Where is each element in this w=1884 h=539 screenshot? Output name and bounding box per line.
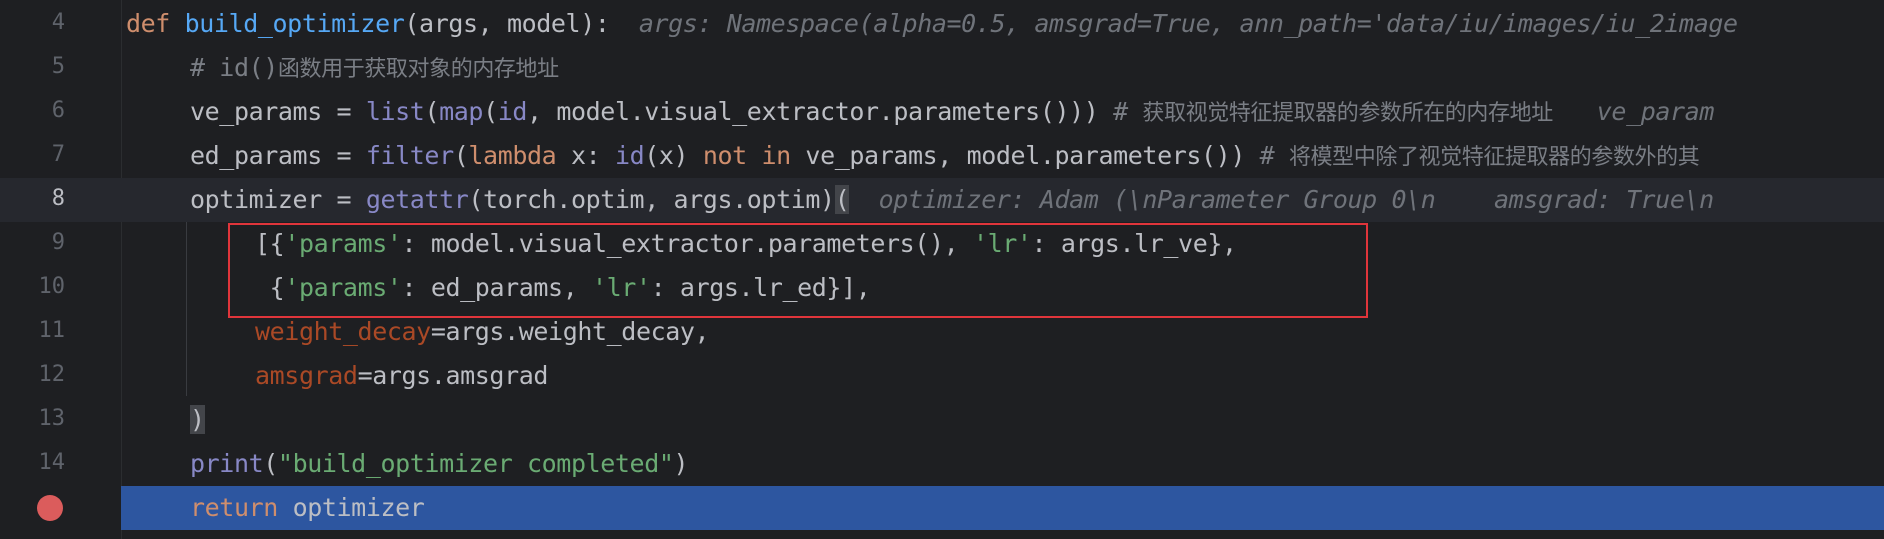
- builtin-map: map: [439, 97, 484, 126]
- code-text[interactable]: def build_optimizer(args, model): args: …: [126, 9, 1738, 39]
- line-number: 11: [38, 318, 66, 343]
- builtin-print: print: [190, 449, 264, 478]
- code-line[interactable]: 14 print("build_optimizer completed"): [0, 442, 1884, 486]
- code-text[interactable]: return optimizer: [190, 493, 425, 523]
- code-line-execution-point[interactable]: return optimizer: [0, 486, 1884, 530]
- builtin-list: list: [365, 97, 425, 126]
- inline-debug-value: args: Namespace(alpha=0.5, amsgrad=True,…: [609, 9, 1738, 38]
- inline-debug-value: ve_param: [1552, 97, 1715, 126]
- code-token: x:: [556, 141, 615, 170]
- code-token: ve_params =: [190, 97, 366, 126]
- code-text[interactable]: amsgrad=args.amsgrad: [255, 361, 548, 391]
- code-token: (: [453, 141, 469, 170]
- code-token: ): [673, 449, 689, 478]
- matched-paren: ): [190, 405, 205, 434]
- comment-chinese: 将模型中除了视觉特征提取器的参数外的其: [1288, 145, 1700, 170]
- comment-chinese: 获取视觉特征提取器的参数所在的内存地址: [1142, 101, 1553, 126]
- code-token: ed_params =: [190, 141, 366, 170]
- inline-debug-value: optimizer: Adam (\nParameter Group 0\n a…: [849, 185, 1715, 214]
- code-token: , model.visual_extractor.parameters())): [527, 97, 1114, 126]
- code-line[interactable]: 5 # id()函数用于获取对象的内存地址: [0, 46, 1884, 90]
- builtin-getattr: getattr: [365, 185, 469, 214]
- code-token: =args.amsgrad: [357, 361, 549, 390]
- code-line[interactable]: 13 ): [0, 398, 1884, 442]
- string-literal: "build_optimizer completed": [277, 449, 674, 478]
- highlight-annotation-box: [228, 223, 1368, 318]
- code-line-current[interactable]: 8 optimizer = getattr(torch.optim, args.…: [0, 178, 1884, 222]
- code-token: optimizer =: [190, 185, 366, 214]
- code-text[interactable]: weight_decay=args.weight_decay,: [255, 317, 710, 347]
- keyword-argument: amsgrad: [255, 361, 358, 390]
- code-token: ve_params, model.parameters()): [790, 141, 1260, 170]
- function-signature: (args, model):: [404, 9, 610, 38]
- code-token: (: [483, 97, 498, 126]
- line-number: 10: [38, 274, 66, 299]
- code-token: =args.weight_decay,: [430, 317, 710, 346]
- line-number: 4: [51, 10, 65, 35]
- comment: #: [1259, 141, 1289, 170]
- comment: # id(): [190, 53, 278, 82]
- builtin-filter: filter: [365, 141, 454, 170]
- keyword-argument: weight_decay: [255, 317, 431, 346]
- line-number: 8: [51, 186, 65, 211]
- code-token: optimizer: [277, 493, 425, 522]
- line-number: 5: [51, 54, 65, 79]
- code-token: (torch.optim, args.optim): [468, 185, 835, 214]
- code-line[interactable]: 6 ve_params = list(map(id, model.visual_…: [0, 90, 1884, 134]
- code-line[interactable]: 7 ed_params = filter(lambda x: id(x) not…: [0, 134, 1884, 178]
- builtin-id: id: [497, 97, 528, 126]
- comment: #: [1113, 97, 1143, 126]
- code-text[interactable]: ve_params = list(map(id, model.visual_ex…: [190, 97, 1714, 129]
- code-line[interactable]: 12 amsgrad=args.amsgrad: [0, 354, 1884, 398]
- line-number: 14: [38, 450, 66, 475]
- line-number: 6: [51, 98, 65, 123]
- line-number: 12: [38, 362, 66, 387]
- code-token: (x): [644, 141, 703, 170]
- line-number: 13: [38, 406, 66, 431]
- builtin-id: id: [614, 141, 645, 170]
- code-token: (: [263, 449, 278, 478]
- comment-chinese: 函数用于获取对象的内存地址: [277, 57, 559, 82]
- line-number: 7: [51, 142, 65, 167]
- keyword-def: def: [126, 9, 185, 38]
- keyword-not-in: not in: [702, 141, 791, 170]
- code-editor[interactable]: 4 def build_optimizer(args, model): args…: [0, 0, 1884, 539]
- code-text[interactable]: optimizer = getattr(torch.optim, args.op…: [190, 185, 1714, 215]
- keyword-lambda: lambda: [468, 141, 557, 170]
- code-line[interactable]: 4 def build_optimizer(args, model): args…: [0, 2, 1884, 46]
- line-number: 9: [51, 230, 65, 255]
- code-text[interactable]: # id()函数用于获取对象的内存地址: [190, 53, 559, 85]
- matched-paren: (: [834, 185, 850, 214]
- code-text[interactable]: ): [190, 405, 205, 435]
- breakpoint-dot-icon[interactable]: [37, 495, 63, 521]
- code-token: (: [424, 97, 440, 126]
- function-name: build_optimizer: [184, 9, 405, 38]
- keyword-return: return: [190, 493, 278, 522]
- code-text[interactable]: ed_params = filter(lambda x: id(x) not i…: [190, 141, 1700, 173]
- code-text[interactable]: print("build_optimizer completed"): [190, 449, 689, 479]
